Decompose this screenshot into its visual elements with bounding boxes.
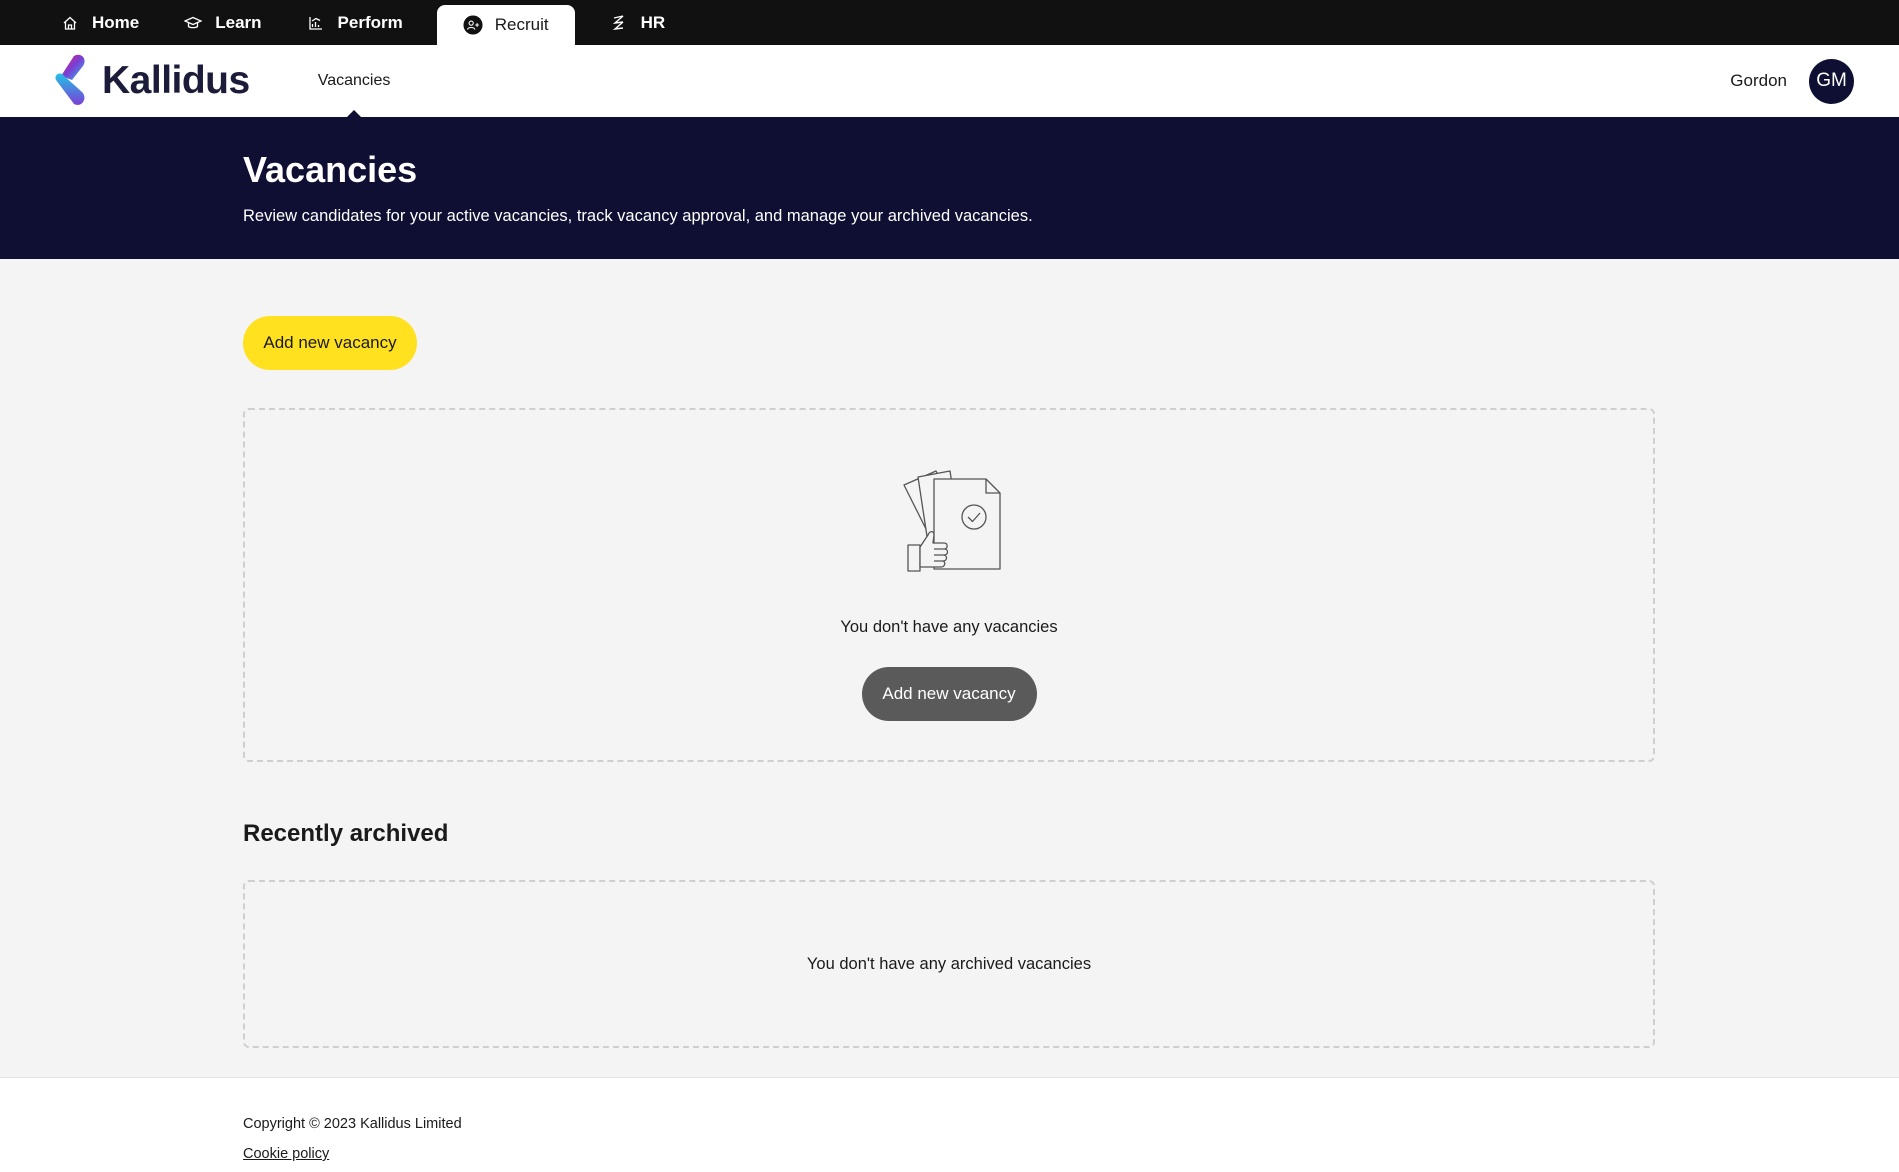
home-icon <box>60 13 80 33</box>
tab-vacancies[interactable]: Vacancies <box>318 45 391 117</box>
archived-empty-state: You don't have any archived vacancies <box>243 880 1655 1048</box>
cookie-policy-link[interactable]: Cookie policy <box>243 1146 329 1162</box>
page-title: Vacancies <box>243 149 418 190</box>
sub-navigation: Vacancies <box>318 45 391 117</box>
top-navigation: Home Learn Perform Recruit HR <box>0 0 1899 45</box>
topnav-item-label: Perform <box>337 12 403 32</box>
app-header: Kallidus Vacancies Gordon GM <box>0 45 1899 117</box>
empty-vacancies-text: You don't have any vacancies <box>840 618 1058 636</box>
vacancies-empty-state: You don't have any vacancies Add new vac… <box>243 408 1655 762</box>
page-description: Review candidates for your active vacanc… <box>243 207 1033 225</box>
add-new-vacancy-button[interactable]: Add new vacancy <box>243 316 417 370</box>
graduation-cap-icon <box>183 13 203 33</box>
topnav-item-label: Learn <box>215 12 262 32</box>
kallidus-logo-icon <box>55 54 85 105</box>
copyright-text: Copyright © 2023 Kallidus Limited <box>243 1116 462 1132</box>
topnav-item-hr[interactable]: HR <box>587 0 688 45</box>
avatar[interactable]: GM <box>1809 58 1854 104</box>
topnav-item-label: Recruit <box>494 15 549 34</box>
page-footer: Copyright © 2023 Kallidus Limited Cookie… <box>0 1077 1899 1172</box>
kallidus-logo[interactable]: Kallidus <box>52 52 250 110</box>
recruit-icon <box>463 15 483 35</box>
topnav-item-learn[interactable]: Learn <box>161 0 283 45</box>
topnav-item-home[interactable]: Home <box>38 0 161 45</box>
kallidus-logo-text: Kallidus <box>102 59 250 102</box>
empty-archived-text: You don't have any archived vacancies <box>806 954 1092 973</box>
chart-icon <box>306 13 326 33</box>
page-hero: Vacancies Review candidates for your act… <box>0 117 1899 259</box>
topnav-item-label: HR <box>640 12 666 32</box>
hr-icon <box>609 13 629 33</box>
topnav-item-label: Home <box>92 12 140 32</box>
topnav-item-perform[interactable]: Perform <box>284 0 425 45</box>
recently-archived-heading: Recently archived <box>243 820 449 847</box>
documents-thumbs-up-icon <box>894 465 1004 580</box>
topnav-item-recruit[interactable]: Recruit <box>436 5 575 45</box>
user-menu: Gordon GM <box>1730 58 1854 104</box>
add-new-vacancy-button-secondary[interactable]: Add new vacancy <box>861 667 1037 721</box>
username[interactable]: Gordon <box>1730 71 1787 91</box>
main-content: Add new vacancy You don't have any vacan… <box>0 259 1655 1048</box>
